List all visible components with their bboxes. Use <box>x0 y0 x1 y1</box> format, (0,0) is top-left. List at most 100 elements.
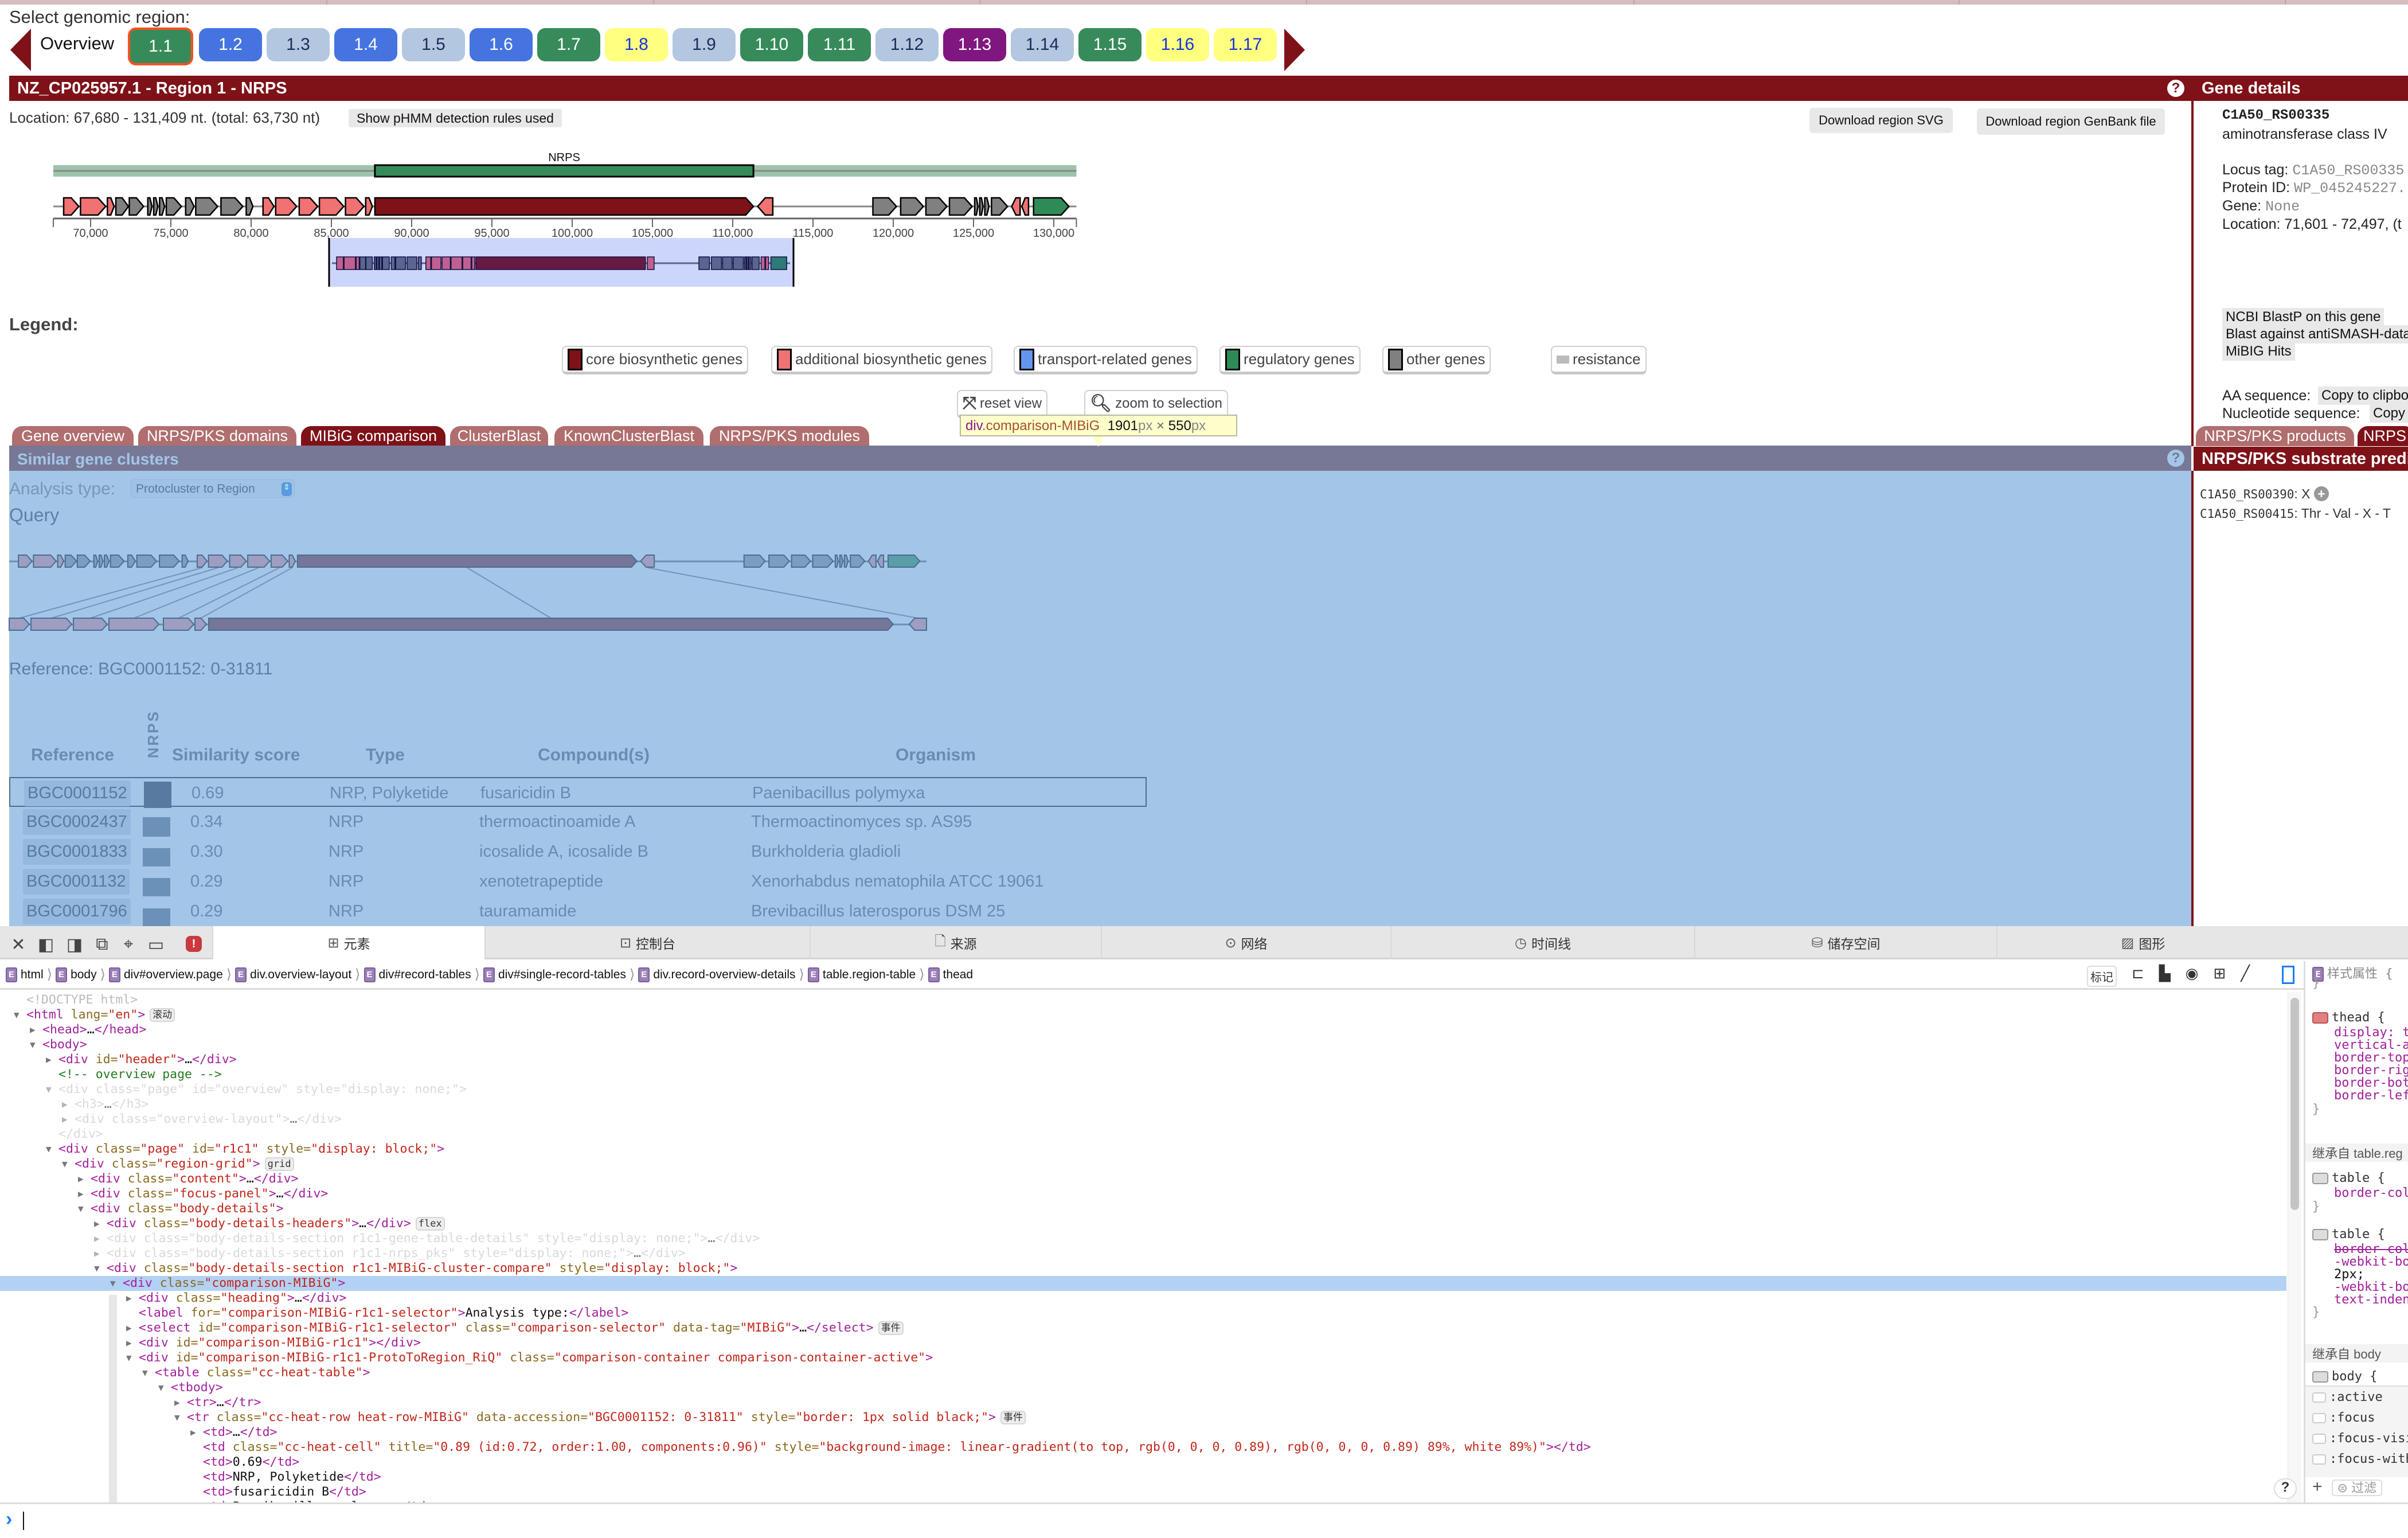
close-icon[interactable]: ✕ <box>8 935 29 955</box>
dom-node[interactable]: ▶ <div class="focus-panel">…</div> <box>78 1186 328 1201</box>
gene-arrow[interactable] <box>128 197 145 216</box>
device-icon[interactable]: ▭ <box>146 935 166 955</box>
gene-arrow[interactable] <box>640 555 655 568</box>
console-input[interactable] <box>23 1512 24 1530</box>
breadcrumb-item[interactable]: Etable.region-table <box>807 967 916 982</box>
disclosure-closed-icon[interactable]: ▶ <box>94 1216 100 1231</box>
gene-arrow[interactable] <box>162 618 195 631</box>
dom-tool-icons[interactable]: ⊏▙◉⊞╱ <box>2132 965 2265 982</box>
tab-mibig-comparison[interactable]: MIBiG comparison <box>301 426 445 446</box>
gene-arrow[interactable] <box>262 197 275 216</box>
pseudo-class-toggle[interactable]: :focus-within <box>2312 1452 2408 1466</box>
gene-arrow[interactable] <box>812 555 834 568</box>
disclosure-closed-icon[interactable]: ▶ <box>62 1097 68 1112</box>
dom-node[interactable]: ▼ <div class="comparison-MIBiG"> <box>110 1276 345 1291</box>
gene-arrow[interactable] <box>1011 197 1021 216</box>
dom-node[interactable]: ▼ <div class="region-grid"> grid <box>62 1157 294 1172</box>
gene-arrow[interactable] <box>115 197 130 216</box>
blast-antismash-link[interactable]: Blast against antiSMASH-data <box>2222 325 2408 343</box>
disclosure-open-icon[interactable]: ▼ <box>174 1410 180 1425</box>
checkbox[interactable] <box>2312 1392 2326 1403</box>
gene-arrow[interactable] <box>245 197 254 216</box>
dom-node[interactable]: ▼ <div class="page" id="overview" style="… <box>46 1082 467 1097</box>
dom-node[interactable]: ▼ <div class="body-details-section r1c1-M… <box>94 1261 737 1276</box>
gene-arrow[interactable] <box>153 197 159 216</box>
gene-arrow[interactable] <box>73 618 108 631</box>
gene-arrow[interactable] <box>107 197 115 216</box>
breadcrumb-item[interactable]: Ediv.record-overview-details <box>638 967 796 982</box>
dom-node[interactable]: ▶ <div class="body-details-section r1c1-n… <box>94 1246 686 1261</box>
filter-input[interactable]: ⊜ 过滤 <box>2331 1480 2383 1496</box>
dom-node[interactable]: ▶ <head>…</head> <box>30 1022 146 1037</box>
gene-arrow[interactable] <box>743 555 766 568</box>
dom-node[interactable]: <td>0.69</td> <box>203 1455 299 1470</box>
devtools-tab[interactable]: ⊡ 控制台 <box>484 926 810 959</box>
region-gene-map[interactable]: NRPS 70,000 75,000 80,000 85,000 90,000 95,000… <box>0 0 1089 292</box>
dom-badge[interactable]: 事件 <box>878 1321 904 1335</box>
disclosure-closed-icon[interactable]: ▶ <box>126 1336 132 1350</box>
help-icon[interactable]: ? <box>2167 450 2184 467</box>
gene-arrow[interactable] <box>839 555 844 568</box>
tab-nrps-pks-products[interactable]: NRPS/PKS products <box>2196 426 2354 446</box>
gene-arrow[interactable] <box>33 555 57 568</box>
gene-arrow[interactable] <box>104 555 110 568</box>
legend-item[interactable]: transport-related genes <box>1014 346 1198 374</box>
tab-nrps[interactable]: NRPS <box>2358 426 2408 446</box>
download-svg-button[interactable]: Download region SVG <box>1809 108 1953 133</box>
gene-arrow[interactable] <box>979 197 984 216</box>
badges-button[interactable]: 标记 <box>2087 966 2117 987</box>
dom-badge[interactable]: grid <box>264 1157 294 1171</box>
disclosure-open-icon[interactable]: ▼ <box>30 1037 36 1052</box>
comparison-gene-map[interactable] <box>0 539 975 642</box>
dom-node[interactable]: ▶ <td>…</td> <box>190 1425 277 1440</box>
mibig-hits-link[interactable]: MiBIG Hits <box>2222 342 2295 361</box>
gene-arrow[interactable] <box>872 197 898 216</box>
dom-node[interactable]: ▼ <html lang="en"> 滚动 <box>14 1008 175 1022</box>
help-icon[interactable]: ? <box>2167 80 2184 97</box>
gene-arrow[interactable] <box>296 555 638 568</box>
gene-arrow[interactable] <box>275 197 298 216</box>
legend-item[interactable]: other genes <box>1382 346 1491 374</box>
gene-arrow[interactable] <box>791 555 811 568</box>
dom-node[interactable]: ▶ <div class="heading">…</div> <box>126 1291 347 1306</box>
gene-arrow[interactable] <box>318 197 345 216</box>
region-button-1.16[interactable]: 1.16 <box>1146 28 1209 61</box>
dom-node[interactable]: <label for="comparison-MIBiG-r1c1-select… <box>139 1306 628 1321</box>
dock-right-icon[interactable]: ◨ <box>64 935 85 955</box>
gene-arrow[interactable] <box>136 555 158 568</box>
gene-arrow[interactable] <box>850 555 866 568</box>
gene-arrow[interactable] <box>768 555 791 568</box>
gene-arrow[interactable] <box>93 555 99 568</box>
reference-link[interactable]: BGC0002437 <box>23 809 131 835</box>
ncbi-blastp-link[interactable]: NCBI BlastP on this gene <box>2222 308 2384 326</box>
disclosure-open-icon[interactable]: ▼ <box>62 1157 68 1172</box>
dom-node[interactable]: ▼ <table class="cc-heat-table"> <box>142 1365 370 1380</box>
checkbox[interactable] <box>2312 1434 2326 1444</box>
copy-aa-button[interactable]: Copy to clipbo <box>2318 387 2408 405</box>
gene-arrow[interactable] <box>196 555 208 568</box>
disclosure-closed-icon[interactable]: ▶ <box>174 1395 180 1410</box>
dom-node[interactable]: </div> <box>58 1127 103 1142</box>
tab-clusterblast[interactable]: ClusterBlast <box>450 426 548 446</box>
disclosure-open-icon[interactable]: ▼ <box>46 1082 52 1097</box>
disclosure-closed-icon[interactable]: ▶ <box>62 1112 68 1127</box>
error-icon[interactable]: ! <box>186 936 202 952</box>
protocluster-core[interactable] <box>374 164 755 178</box>
dom-node[interactable]: ▼ <body> <box>30 1037 87 1052</box>
disclosure-closed-icon[interactable]: ▶ <box>190 1425 196 1440</box>
disclosure-open-icon[interactable]: ▼ <box>78 1201 84 1216</box>
help-button[interactable]: ? <box>2274 1478 2297 1499</box>
table-row[interactable]: BGC0001132 0.29 NRP xenotetrapeptide Xenorha… <box>9 866 1147 896</box>
dom-node[interactable]: ▶ <tr>…</tr> <box>174 1395 261 1410</box>
breadcrumb-item[interactable]: Ediv.overview-layout <box>235 967 351 982</box>
dom-node[interactable]: ▼ <div id="comparison-MIBiG-r1c1-ProtoToR… <box>126 1350 933 1365</box>
gene-arrow[interactable] <box>181 555 189 568</box>
breadcrumb-item[interactable]: Ehtml <box>6 967 44 982</box>
dom-node[interactable]: ▶ <h3>…</h3> <box>62 1097 148 1112</box>
legend-item[interactable]: core biosynthetic genes <box>562 346 749 374</box>
disclosure-open-icon[interactable]: ▼ <box>14 1008 19 1022</box>
gene-arrow[interactable] <box>195 197 219 216</box>
legend-item[interactable]: additional biosynthetic genes <box>771 346 992 374</box>
dock-left-icon[interactable]: ◧ <box>36 935 56 955</box>
disclosure-closed-icon[interactable]: ▶ <box>126 1321 132 1336</box>
